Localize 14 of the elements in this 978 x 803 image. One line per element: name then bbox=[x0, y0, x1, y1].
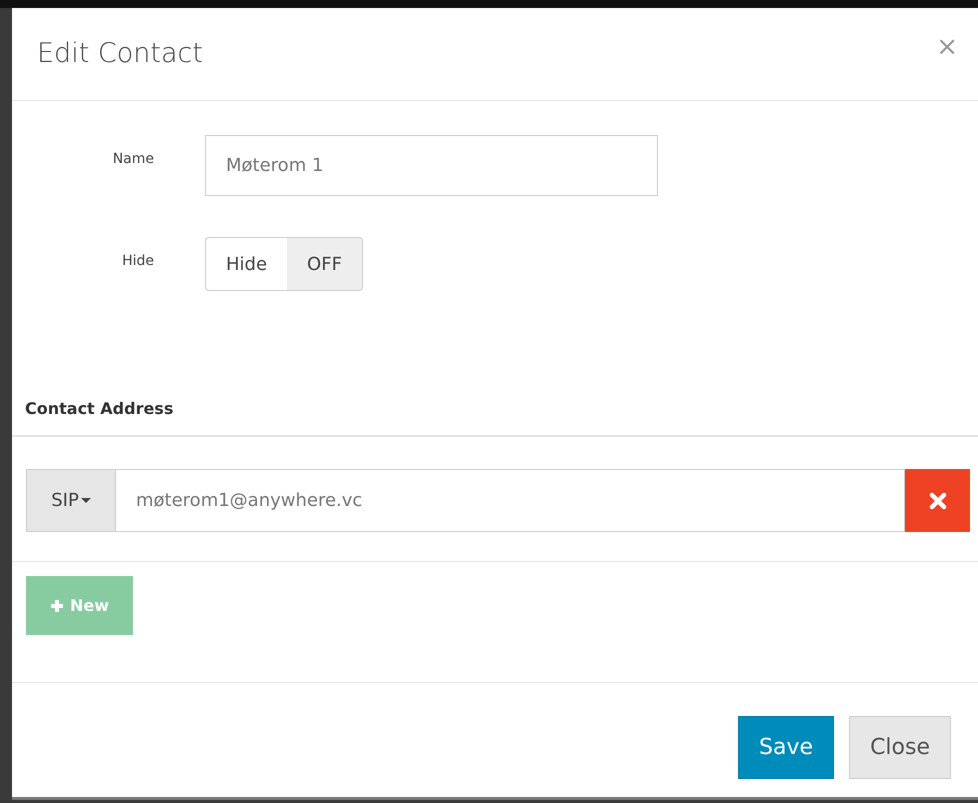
protocol-dropdown[interactable]: SIP bbox=[26, 469, 116, 532]
remove-button[interactable] bbox=[905, 469, 970, 532]
field-label: Hide bbox=[121, 252, 154, 269]
dialog-button[interactable]: Close bbox=[849, 716, 951, 779]
section-heading: Contact Address bbox=[12, 291, 978, 437]
plus-icon bbox=[50, 598, 64, 612]
toggle-switch[interactable]: Hide OFF bbox=[205, 237, 363, 291]
name-input-field[interactable]: Møterom 1 bbox=[205, 135, 658, 196]
dialog-title: Edit Contact bbox=[37, 38, 203, 68]
close-icon bbox=[928, 492, 946, 510]
field-label: Name bbox=[112, 150, 154, 167]
dialog-button[interactable]: Save bbox=[738, 716, 834, 779]
close-button[interactable]: × bbox=[936, 32, 958, 62]
address-input-field[interactable]: møterom1@anywhere.vc bbox=[116, 469, 905, 532]
